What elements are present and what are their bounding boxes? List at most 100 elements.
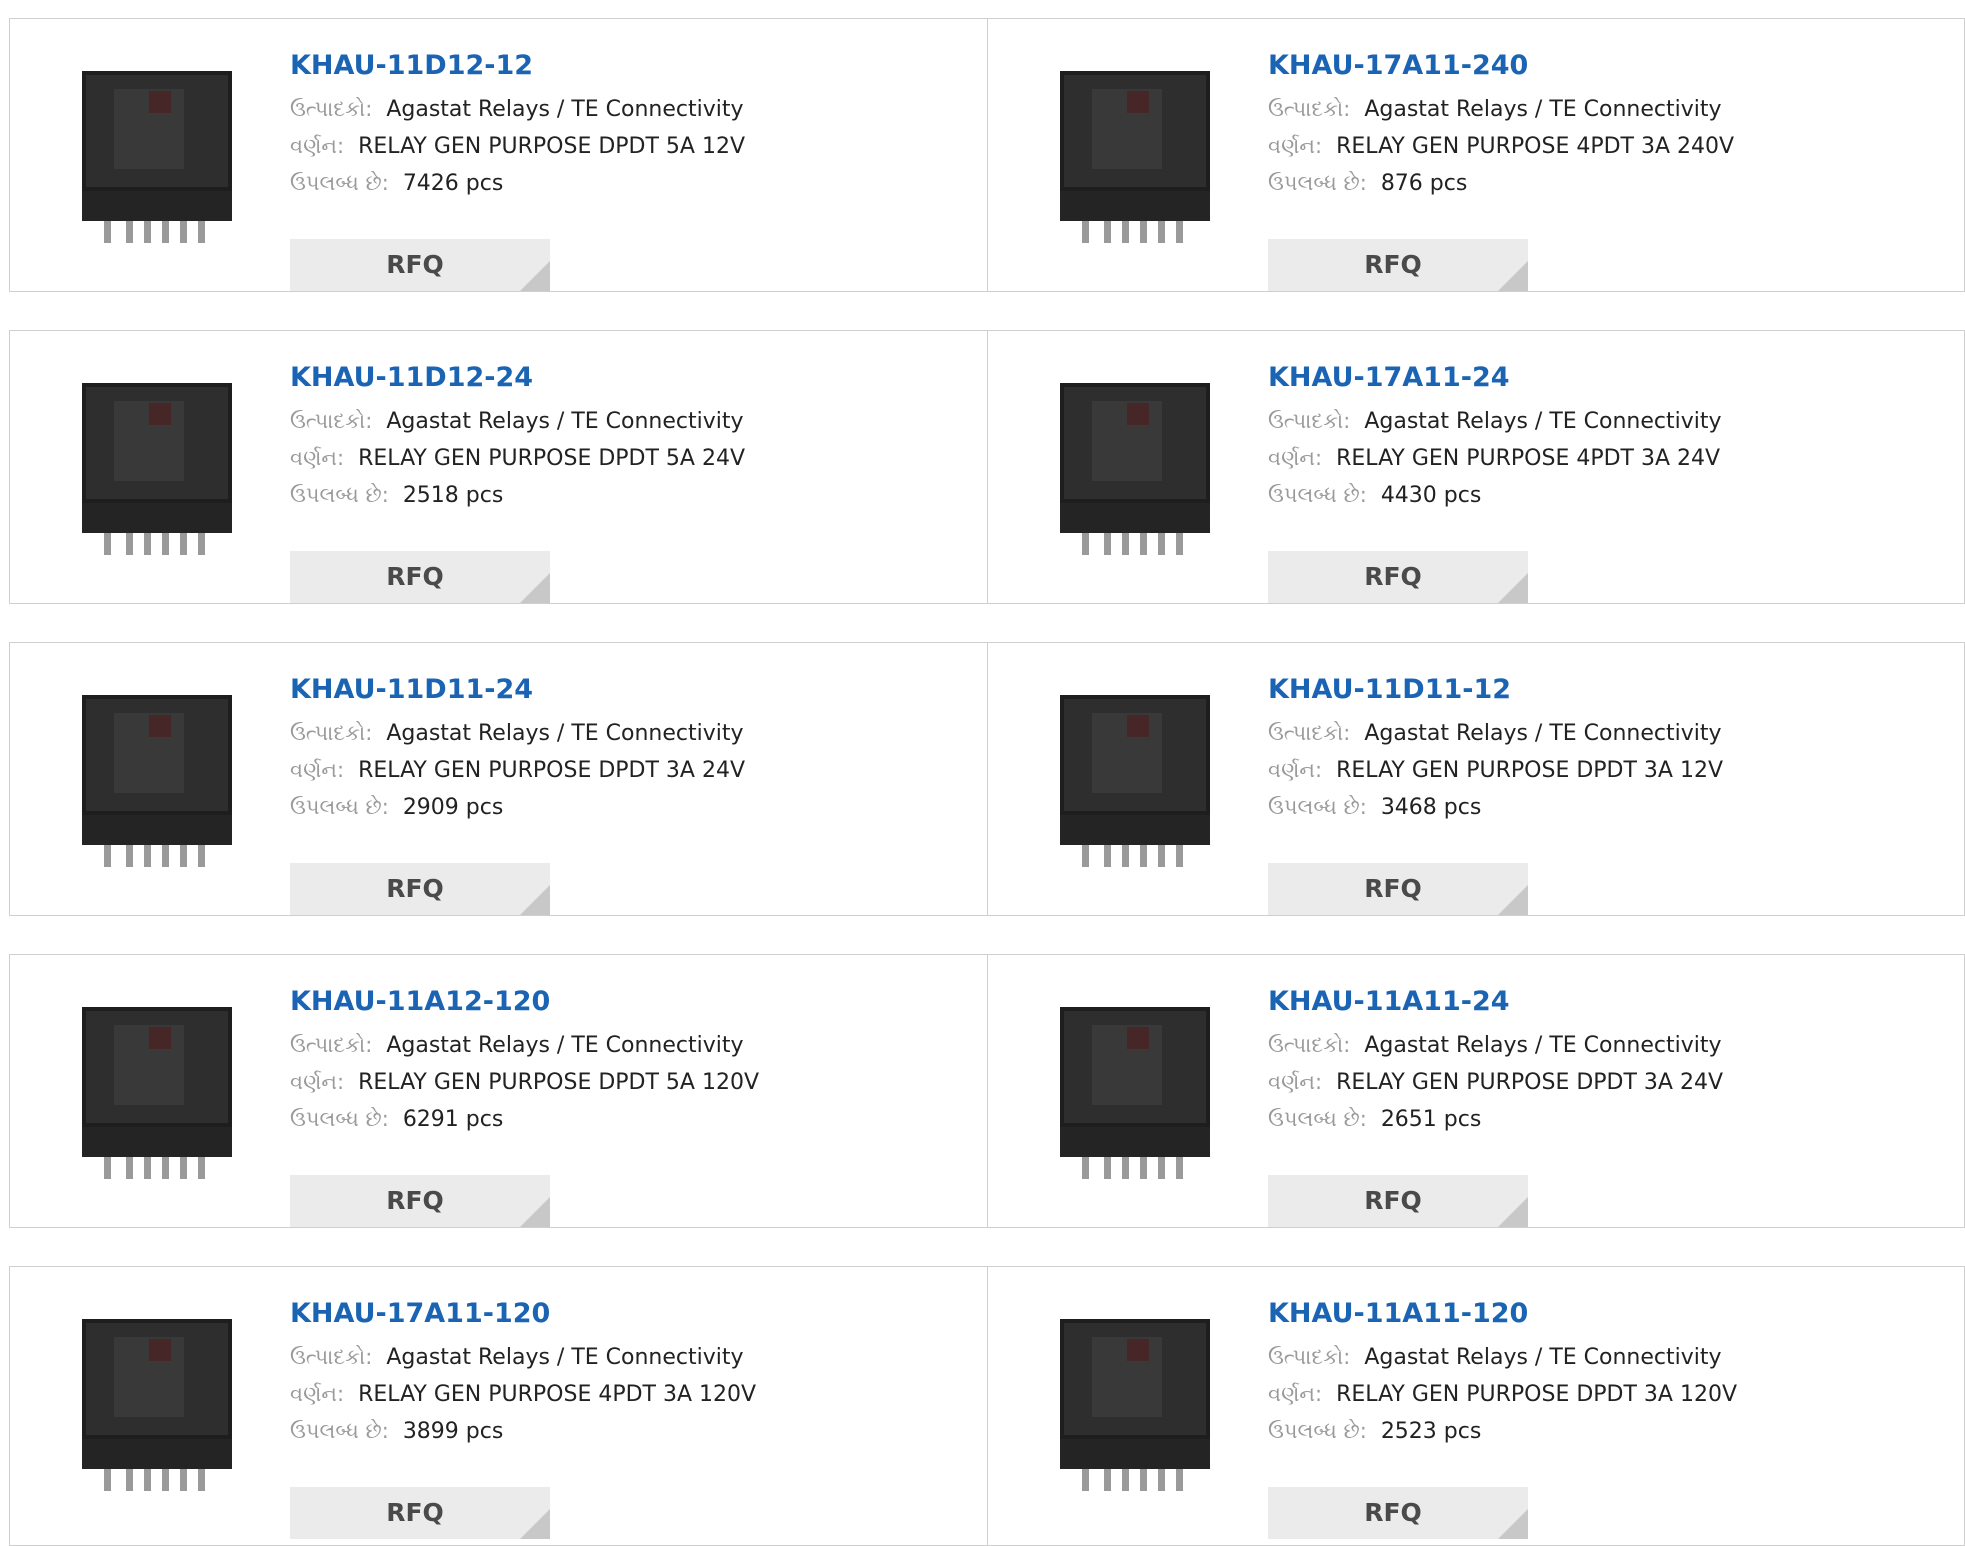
product-info: KHAU-11D11-12 ઉત્પાદકો: Agastat Relays / … xyxy=(1268,673,1908,915)
description-value: RELAY GEN PURPOSE DPDT 5A 12V xyxy=(358,134,746,159)
relay-product-image[interactable] xyxy=(1032,1297,1232,1497)
manufacturer-line: ઉત્પાદકો: Agastat Relays / TE Connectivit… xyxy=(1268,1339,1908,1376)
product-info: KHAU-11A11-120 ઉત્પાદકો: Agastat Relays /… xyxy=(1268,1297,1908,1539)
availability-value: 2523 pcs xyxy=(1380,1419,1482,1444)
availability-line: ઉપલબ્ધ છે: 876 pcs xyxy=(1268,165,1908,202)
product-card: KHAU-11A12-120 ઉત્પાદકો: Agastat Relays /… xyxy=(10,955,987,1227)
rfq-label: RFQ xyxy=(386,562,444,591)
rfq-button[interactable]: RFQ xyxy=(290,863,550,915)
relay-product-image[interactable] xyxy=(54,673,254,873)
manufacturer-label: ઉત્પાદકો: xyxy=(290,721,373,745)
manufacturer-value: Agastat Relays / TE Connectivity xyxy=(386,1033,744,1058)
rfq-button[interactable]: RFQ xyxy=(1268,239,1528,291)
description-value: RELAY GEN PURPOSE DPDT 3A 120V xyxy=(1336,1382,1738,1407)
description-line: વર્ણન: RELAY GEN PURPOSE DPDT 5A 120V xyxy=(290,1064,930,1101)
description-value: RELAY GEN PURPOSE 4PDT 3A 120V xyxy=(358,1382,757,1407)
description-value: RELAY GEN PURPOSE DPDT 3A 12V xyxy=(1336,758,1724,783)
product-part-link[interactable]: KHAU-11A11-24 xyxy=(1268,985,1908,1019)
description-value: RELAY GEN PURPOSE DPDT 3A 24V xyxy=(358,758,746,783)
availability-label: ઉપલબ્ધ છે: xyxy=(290,1107,389,1131)
availability-value: 6291 pcs xyxy=(402,1107,504,1132)
product-row: KHAU-17A11-120 ઉત્પાદકો: Agastat Relays /… xyxy=(9,1266,1965,1546)
rfq-label: RFQ xyxy=(1364,250,1422,279)
product-part-link[interactable]: KHAU-17A11-24 xyxy=(1268,361,1908,395)
availability-value: 2651 pcs xyxy=(1380,1107,1482,1132)
manufacturer-value: Agastat Relays / TE Connectivity xyxy=(386,1345,744,1370)
manufacturer-line: ઉત્પાદકો: Agastat Relays / TE Connectivit… xyxy=(290,91,930,128)
manufacturer-line: ઉત્પાદકો: Agastat Relays / TE Connectivit… xyxy=(1268,403,1908,440)
manufacturer-label: ઉત્પાદકો: xyxy=(290,1033,373,1057)
availability-label: ઉપલબ્ધ છે: xyxy=(290,795,389,819)
rfq-label: RFQ xyxy=(1364,1498,1422,1527)
product-part-link[interactable]: KHAU-11D11-24 xyxy=(290,673,930,707)
availability-label: ઉપલબ્ધ છે: xyxy=(1268,795,1367,819)
relay-product-image[interactable] xyxy=(1032,49,1232,249)
product-info: KHAU-11D12-24 ઉત્પાદકો: Agastat Relays / … xyxy=(290,361,930,603)
availability-value: 2518 pcs xyxy=(402,483,504,508)
rfq-button[interactable]: RFQ xyxy=(1268,551,1528,603)
description-line: વર્ણન: RELAY GEN PURPOSE 4PDT 3A 240V xyxy=(1268,128,1908,165)
availability-line: ઉપલબ્ધ છે: 2523 pcs xyxy=(1268,1413,1908,1450)
rfq-corner-decoration xyxy=(1498,1509,1528,1539)
relay-product-image[interactable] xyxy=(54,49,254,249)
manufacturer-line: ઉત્પાદકો: Agastat Relays / TE Connectivit… xyxy=(290,715,930,752)
availability-value: 876 pcs xyxy=(1380,171,1468,196)
rfq-button[interactable]: RFQ xyxy=(1268,863,1528,915)
description-line: વર્ણન: RELAY GEN PURPOSE DPDT 5A 24V xyxy=(290,440,930,477)
relay-product-image[interactable] xyxy=(1032,985,1232,1185)
rfq-button[interactable]: RFQ xyxy=(290,1487,550,1539)
rfq-label: RFQ xyxy=(1364,562,1422,591)
availability-line: ઉપલબ્ધ છે: 4430 pcs xyxy=(1268,477,1908,514)
manufacturer-line: ઉત્પાદકો: Agastat Relays / TE Connectivit… xyxy=(1268,91,1908,128)
product-card: KHAU-17A11-120 ઉત્પાદકો: Agastat Relays /… xyxy=(10,1267,987,1545)
relay-product-image[interactable] xyxy=(54,1297,254,1497)
product-part-link[interactable]: KHAU-11D11-12 xyxy=(1268,673,1908,707)
description-label: વર્ણન: xyxy=(290,446,345,470)
rfq-corner-decoration xyxy=(520,573,550,603)
relay-product-image[interactable] xyxy=(1032,673,1232,873)
description-label: વર્ણન: xyxy=(1268,1382,1323,1406)
description-line: વર્ણન: RELAY GEN PURPOSE DPDT 5A 12V xyxy=(290,128,930,165)
manufacturer-label: ઉત્પાદકો: xyxy=(1268,1345,1351,1369)
product-part-link[interactable]: KHAU-11A12-120 xyxy=(290,985,930,1019)
rfq-button[interactable]: RFQ xyxy=(290,239,550,291)
product-part-link[interactable]: KHAU-17A11-240 xyxy=(1268,49,1908,83)
rfq-corner-decoration xyxy=(520,885,550,915)
product-card: KHAU-11A11-24 ઉત્પાદકો: Agastat Relays / … xyxy=(987,955,1965,1227)
description-line: વર્ણન: RELAY GEN PURPOSE 4PDT 3A 24V xyxy=(1268,440,1908,477)
product-part-link[interactable]: KHAU-17A11-120 xyxy=(290,1297,930,1331)
manufacturer-value: Agastat Relays / TE Connectivity xyxy=(1364,97,1722,122)
product-part-link[interactable]: KHAU-11D12-24 xyxy=(290,361,930,395)
rfq-button[interactable]: RFQ xyxy=(290,551,550,603)
product-part-link[interactable]: KHAU-11A11-120 xyxy=(1268,1297,1908,1331)
availability-label: ઉપલબ્ધ છે: xyxy=(290,483,389,507)
product-card: KHAU-11A11-120 ઉત્પાદકો: Agastat Relays /… xyxy=(987,1267,1965,1545)
product-info: KHAU-17A11-120 ઉત્પાદકો: Agastat Relays /… xyxy=(290,1297,930,1539)
product-row: KHAU-11D12-12 ઉત્પાદકો: Agastat Relays / … xyxy=(9,18,1965,292)
rfq-corner-decoration xyxy=(520,261,550,291)
rfq-button[interactable]: RFQ xyxy=(1268,1487,1528,1539)
availability-line: ઉપલબ્ધ છે: 7426 pcs xyxy=(290,165,930,202)
description-value: RELAY GEN PURPOSE DPDT 3A 24V xyxy=(1336,1070,1724,1095)
manufacturer-value: Agastat Relays / TE Connectivity xyxy=(386,721,744,746)
availability-line: ઉપલબ્ધ છે: 2518 pcs xyxy=(290,477,930,514)
product-card: KHAU-11D11-24 ઉત્પાદકો: Agastat Relays / … xyxy=(10,643,987,915)
manufacturer-line: ઉત્પાદકો: Agastat Relays / TE Connectivit… xyxy=(1268,715,1908,752)
relay-product-image[interactable] xyxy=(54,985,254,1185)
rfq-button[interactable]: RFQ xyxy=(1268,1175,1528,1227)
manufacturer-label: ઉત્પાદકો: xyxy=(1268,1033,1351,1057)
availability-label: ઉપલબ્ધ છે: xyxy=(1268,1107,1367,1131)
availability-label: ઉપલબ્ધ છે: xyxy=(1268,483,1367,507)
description-label: વર્ણન: xyxy=(290,1070,345,1094)
manufacturer-label: ઉત્પાદકો: xyxy=(1268,721,1351,745)
manufacturer-line: ઉત્પાદકો: Agastat Relays / TE Connectivit… xyxy=(290,1339,930,1376)
description-line: વર્ણન: RELAY GEN PURPOSE DPDT 3A 12V xyxy=(1268,752,1908,789)
availability-value: 3468 pcs xyxy=(1380,795,1482,820)
relay-product-image[interactable] xyxy=(54,361,254,561)
manufacturer-label: ઉત્પાદકો: xyxy=(290,409,373,433)
relay-product-image[interactable] xyxy=(1032,361,1232,561)
manufacturer-value: Agastat Relays / TE Connectivity xyxy=(1364,409,1722,434)
product-part-link[interactable]: KHAU-11D12-12 xyxy=(290,49,930,83)
availability-label: ઉપલબ્ધ છે: xyxy=(1268,1419,1367,1443)
rfq-button[interactable]: RFQ xyxy=(290,1175,550,1227)
